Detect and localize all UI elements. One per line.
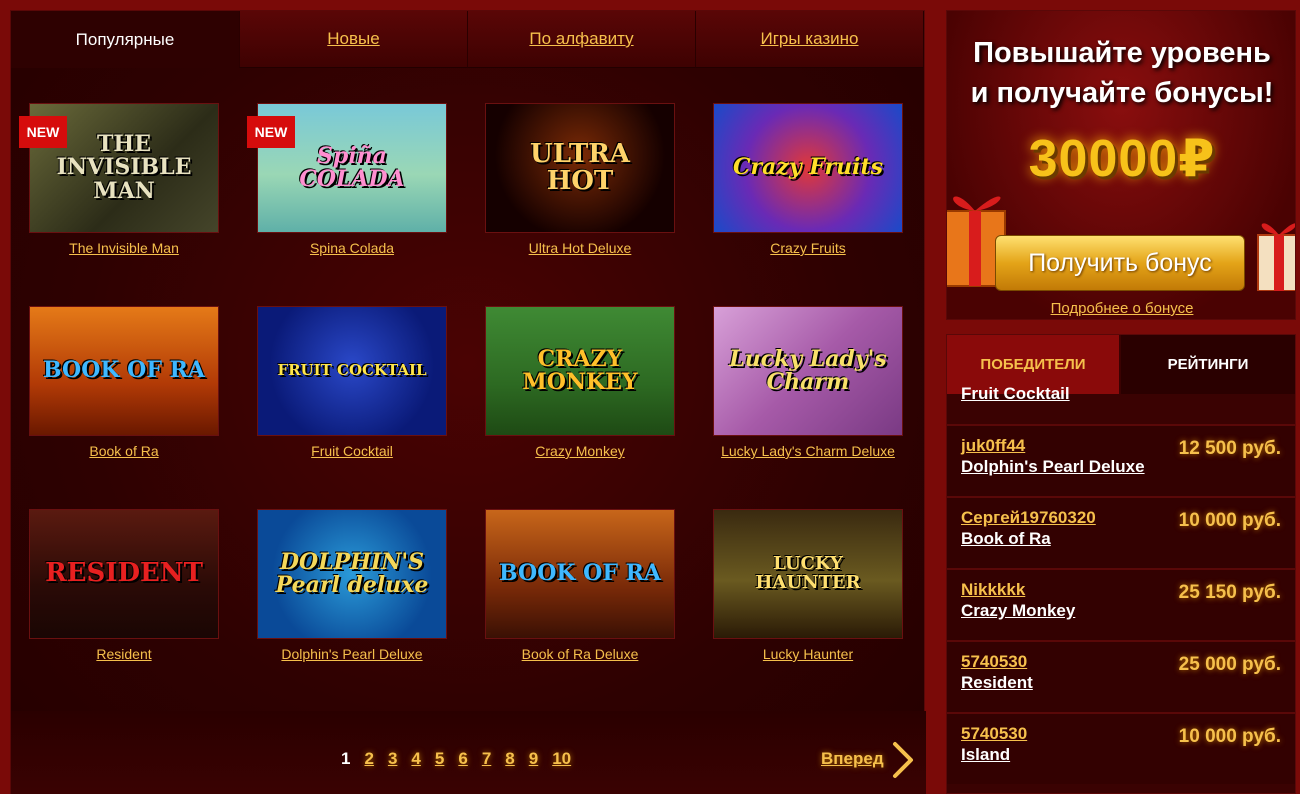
new-badge: NEW [247, 116, 295, 148]
thumbnail-title: ULTRA HOT [530, 138, 630, 196]
game-link[interactable]: Spina Colada [257, 240, 447, 256]
thumbnail-title: BOOK OF RA [43, 357, 205, 384]
thumbnail-title: FRUIT COCKTAIL [277, 361, 427, 380]
next-page-link[interactable]: Вперед [821, 749, 884, 769]
tab-popular[interactable]: Популярные [11, 11, 239, 68]
game-card[interactable]: CRAZY MONKEY Crazy Monkey [485, 306, 675, 459]
winner-amount: 10 000 руб. [1178, 510, 1281, 531]
game-link[interactable]: Lucky Lady's Charm Deluxe [713, 443, 903, 459]
page-link[interactable]: 10 [552, 749, 571, 769]
thumbnail-title: RESIDENT [45, 558, 203, 589]
games-panel: Популярные Новые По алфавиту Игры казино… [10, 10, 926, 794]
tab-casino-games[interactable]: Игры казино [695, 11, 923, 68]
winner-game-link[interactable]: Island [961, 745, 1010, 765]
game-thumbnail[interactable]: BOOK OF RA [29, 306, 219, 436]
game-link[interactable]: Lucky Haunter [713, 646, 903, 662]
page-link[interactable]: 3 [388, 749, 397, 769]
game-card[interactable]: RESIDENT Resident [29, 509, 219, 662]
game-link[interactable]: Fruit Cocktail [257, 443, 447, 459]
game-card[interactable]: NEW Spiña COLADA Spina Colada [247, 103, 447, 256]
gift-box-icon [1257, 223, 1295, 291]
list-item: 5740530 Resident 25 000 руб. [947, 640, 1295, 712]
game-thumbnail[interactable]: DOLPHIN'S Pearl deluxe [257, 509, 447, 639]
winner-game-link[interactable]: Crazy Monkey [961, 601, 1075, 621]
game-thumbnail[interactable]: Lucky Lady's Charm [713, 306, 903, 436]
game-link[interactable]: Resident [29, 646, 219, 662]
winners-list: Fruit Cocktail juk0ff44 Dolphin's Pearl … [947, 384, 1295, 784]
banner-title-line1: Повышайте уровень [973, 37, 1271, 69]
list-item: juk0ff44 Dolphin's Pearl Deluxe 12 500 р… [947, 424, 1295, 496]
winner-username[interactable]: 5740530 [961, 724, 1027, 744]
game-thumbnail[interactable]: BOOK OF RA [485, 509, 675, 639]
thumbnail-title: DOLPHIN'S Pearl deluxe [275, 548, 429, 598]
banner-title: Повышайте уровень и получайте бонусы! [947, 33, 1295, 113]
game-card[interactable]: LUCKY HAUNTER Lucky Haunter [713, 509, 903, 662]
game-thumbnail[interactable]: FRUIT COCKTAIL [257, 306, 447, 436]
bonus-amount: 30000₽ [1028, 130, 1216, 188]
game-card[interactable]: DOLPHIN'S Pearl deluxe Dolphin's Pearl D… [257, 509, 447, 662]
pagination: 1 2 3 4 5 6 7 8 9 10 Вперед [11, 711, 926, 794]
game-link[interactable]: Ultra Hot Deluxe [485, 240, 675, 256]
bonus-banner: Повышайте уровень и получайте бонусы! 30… [946, 10, 1296, 320]
winner-game-link[interactable]: Fruit Cocktail [961, 384, 1070, 404]
page-link[interactable]: 2 [364, 749, 373, 769]
game-card[interactable]: NEW THE INVISIBLE MAN The Invisible Man [19, 103, 219, 256]
thumbnail-title: Lucky Lady's Charm [729, 345, 887, 395]
winner-game-link[interactable]: Resident [961, 673, 1033, 693]
page-link[interactable]: 5 [435, 749, 444, 769]
thumbnail-title: CRAZY MONKEY [522, 345, 638, 395]
winner-username[interactable]: 5740530 [961, 652, 1027, 672]
page-link[interactable]: 7 [482, 749, 491, 769]
list-item: Сергей19760320 Book of Ra 10 000 руб. [947, 496, 1295, 568]
bonus-details-link[interactable]: Подробнее о бонусе [947, 300, 1295, 317]
game-card[interactable]: ULTRA HOT Ultra Hot Deluxe [485, 103, 675, 256]
list-item: Fruit Cocktail [947, 384, 1295, 424]
game-card[interactable]: FRUIT COCKTAIL Fruit Cocktail [257, 306, 447, 459]
winner-amount: 25 000 руб. [1178, 654, 1281, 675]
list-item: 5740530 Island 10 000 руб. [947, 712, 1295, 784]
winner-amount: 25 150 руб. [1178, 582, 1281, 603]
game-link[interactable]: Crazy Monkey [485, 443, 675, 459]
thumbnail-title: LUCKY HAUNTER [755, 553, 861, 593]
winner-username[interactable]: Сергей19760320 [961, 508, 1096, 528]
game-thumbnail[interactable]: LUCKY HAUNTER [713, 509, 903, 639]
list-item: Nikkkkk Crazy Monkey 25 150 руб. [947, 568, 1295, 640]
winner-amount: 10 000 руб. [1178, 726, 1281, 747]
game-thumbnail[interactable]: RESIDENT [29, 509, 219, 639]
winner-username[interactable]: Nikkkkk [961, 580, 1025, 600]
get-bonus-button[interactable]: Получить бонус [995, 235, 1245, 291]
winner-game-link[interactable]: Dolphin's Pearl Deluxe [961, 457, 1145, 477]
page-link[interactable]: 9 [529, 749, 538, 769]
game-thumbnail[interactable]: Crazy Fruits [713, 103, 903, 233]
page-link[interactable]: 4 [411, 749, 420, 769]
winner-game-link[interactable]: Book of Ra [961, 529, 1051, 549]
new-badge: NEW [19, 116, 67, 148]
page-numbers: 1 2 3 4 5 6 7 8 9 10 [341, 749, 571, 769]
tab-new[interactable]: Новые [239, 11, 467, 68]
game-link[interactable]: Book of Ra [29, 443, 219, 459]
winner-amount: 12 500 руб. [1178, 438, 1281, 459]
game-card[interactable]: BOOK OF RA Book of Ra Deluxe [485, 509, 675, 662]
game-link[interactable]: Crazy Fruits [713, 240, 903, 256]
thumbnail-title: Crazy Fruits [732, 154, 883, 181]
category-tabs: Популярные Новые По алфавиту Игры казино [11, 11, 926, 68]
tab-alphabetical[interactable]: По алфавиту [467, 11, 695, 68]
chevron-right-icon[interactable] [891, 741, 915, 779]
game-link[interactable]: Dolphin's Pearl Deluxe [257, 646, 447, 662]
banner-title-line2: и получайте бонусы! [970, 77, 1274, 109]
game-link[interactable]: The Invisible Man [29, 240, 219, 256]
game-card[interactable]: Lucky Lady's Charm Lucky Lady's Charm De… [713, 306, 903, 459]
game-thumbnail[interactable]: ULTRA HOT [485, 103, 675, 233]
thumbnail-title: BOOK OF RA [499, 560, 661, 587]
page-link[interactable]: 6 [458, 749, 467, 769]
game-thumbnail[interactable]: CRAZY MONKEY [485, 306, 675, 436]
thumbnail-title: Spiña COLADA [299, 142, 405, 192]
game-card[interactable]: Crazy Fruits Crazy Fruits [713, 103, 903, 256]
page-link[interactable]: 8 [505, 749, 514, 769]
game-card[interactable]: BOOK OF RA Book of Ra [29, 306, 219, 459]
winners-panel: ПОБЕДИТЕЛИ РЕЙТИНГИ Fruit Cocktail juk0f… [946, 334, 1296, 794]
page-link-current: 1 [341, 749, 351, 768]
winner-username[interactable]: juk0ff44 [961, 436, 1025, 456]
game-link[interactable]: Book of Ra Deluxe [485, 646, 675, 662]
